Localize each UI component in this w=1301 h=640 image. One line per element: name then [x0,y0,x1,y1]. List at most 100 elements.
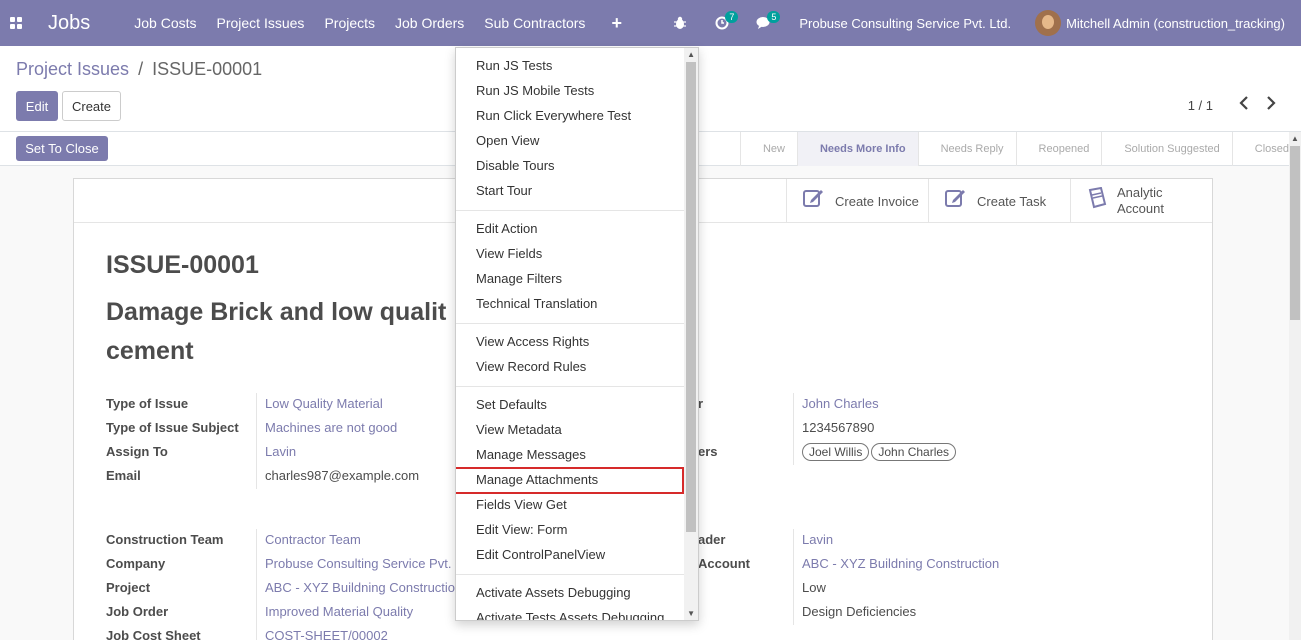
pager-value[interactable]: 1 / 1 [1188,98,1213,113]
menu-divider [456,574,686,575]
menu-technical-translation[interactable]: Technical Translation [476,296,597,311]
main-menu: Job Costs Project Issues Projects Job Or… [124,0,595,46]
field-label-followers: ers [698,444,718,459]
analytic-account-line2: Account [1117,201,1164,216]
menu-sub-contractors[interactable]: Sub Contractors [474,0,595,46]
menu-view-metadata[interactable]: View Metadata [476,422,562,437]
app-brand[interactable]: Jobs [48,12,90,35]
scroll-up-arrow-icon[interactable]: ▲ [687,50,695,59]
messages-icon[interactable]: 5 [749,0,781,46]
activity-badge: 7 [725,11,739,23]
menu-run-js-tests[interactable]: Run JS Tests [476,58,552,73]
menu-job-orders[interactable]: Job Orders [385,0,474,46]
pencil-square-icon [803,188,825,214]
set-to-close-button[interactable]: Set To Close [16,136,108,161]
menu-view-access-rights[interactable]: View Access Rights [476,334,589,349]
create-task-button[interactable]: Create Task [928,179,1070,223]
menu-fields-view-get[interactable]: Fields View Get [476,497,567,512]
menu-start-tour[interactable]: Start Tour [476,183,532,198]
record-code: ISSUE-00001 [106,251,259,279]
menu-open-view[interactable]: Open View [476,133,539,148]
field-label-project: Project [106,580,151,595]
analytic-account-button[interactable]: Analytic Account [1070,179,1212,223]
field-label-type-of-issue-subject: Type of Issue Subject [106,420,239,435]
stage-needs-more-info[interactable]: Needs More Info [796,132,918,166]
menu-divider [456,323,686,324]
menu-manage-filters[interactable]: Manage Filters [476,271,562,286]
field-label-job-order: Job Order [106,604,169,619]
field-job-order[interactable]: Improved Material Quality [265,604,413,619]
highlight-box [456,467,684,494]
menu-activate-assets-debugging[interactable]: Activate Assets Debugging [476,585,631,600]
field-company[interactable]: Probuse Consulting Service Pvt. [265,556,451,571]
field-type-of-issue[interactable]: Low Quality Material [265,396,383,411]
create-task-label: Create Task [977,193,1047,209]
apps-menu-icon[interactable] [0,0,32,46]
field-label-analytic-account: Account [698,556,750,571]
dropdown-scrollbar-thumb[interactable] [686,62,696,532]
menu-manage-messages[interactable]: Manage Messages [476,447,586,462]
breadcrumb-parent[interactable]: Project Issues [16,59,129,79]
pager-next-icon[interactable] [1266,96,1276,115]
user-menu[interactable]: Mitchell Admin (construction_tracking) [1066,16,1285,31]
menu-set-defaults[interactable]: Set Defaults [476,397,547,412]
pager-previous-icon[interactable] [1239,96,1249,115]
plus-icon[interactable]: + [595,0,638,46]
menu-run-js-mobile-tests[interactable]: Run JS Mobile Tests [476,83,594,98]
field-divider [256,529,257,640]
messages-badge: 5 [767,11,781,23]
field-label-team-leader: ader [698,532,726,547]
analytic-account-label: Analytic Account [1117,185,1164,217]
menu-view-record-rules[interactable]: View Record Rules [476,359,586,374]
field-construction-team[interactable]: Contractor Team [265,532,361,547]
field-analytic-account[interactable]: ABC - XYZ Buildning Construction [802,556,999,571]
tag-follower[interactable]: Joel Willis [802,443,870,461]
field-email: charles987@example.com [265,468,420,483]
menu-divider [456,210,686,211]
menu-view-fields[interactable]: View Fields [476,246,542,261]
bug-icon[interactable] [665,0,695,46]
top-navbar: Jobs Job Costs Project Issues Projects J… [0,0,1301,46]
menu-edit-controlpanelview[interactable]: Edit ControlPanelView [476,547,605,562]
page-scrollbar-thumb[interactable] [1290,146,1300,320]
menu-activate-tests-assets-debugging[interactable]: Activate Tests Assets Debugging [476,610,664,620]
breadcrumb: Project Issues / ISSUE-00001 [16,59,262,80]
field-label-assign-to: Assign To [106,444,168,459]
book-icon [1087,186,1107,215]
edit-button[interactable]: Edit [16,91,58,121]
create-invoice-button[interactable]: Create Invoice [786,179,928,223]
field-divider [793,393,794,465]
create-invoice-label: Create Invoice [835,193,919,209]
field-divider [256,393,257,489]
tag-follower[interactable]: John Charles [871,443,957,461]
menu-projects[interactable]: Projects [314,0,385,46]
menu-edit-view-form[interactable]: Edit View: Form [476,522,568,537]
menu-disable-tours[interactable]: Disable Tours [476,158,555,173]
analytic-account-line1: Analytic [1117,185,1163,200]
company-switcher[interactable]: Probuse Consulting Service Pvt. Ltd. [799,16,1011,31]
field-type-of-issue-subject[interactable]: Machines are not good [265,420,397,435]
field-divider [793,529,794,625]
stage-solution-suggested[interactable]: Solution Suggested [1101,132,1231,166]
scroll-down-arrow-icon[interactable]: ▼ [687,609,695,618]
field-customer[interactable]: John Charles [802,396,879,411]
field-label-email: Email [106,468,141,483]
field-assign-to[interactable]: Lavin [265,444,296,459]
create-button[interactable]: Create [62,91,121,121]
stage-reopened[interactable]: Reopened [1015,132,1102,166]
field-job-cost-sheet[interactable]: COST-SHEET/00002 [265,628,388,640]
menu-run-click-everywhere-test[interactable]: Run Click Everywhere Test [476,108,631,123]
menu-job-costs[interactable]: Job Costs [124,0,206,46]
activity-clock-icon[interactable]: 7 [707,0,739,46]
user-avatar[interactable] [1035,10,1062,36]
stage-new[interactable]: New [739,132,797,166]
breadcrumb-separator: / [138,59,144,79]
field-team-leader[interactable]: Lavin [802,532,833,547]
menu-edit-action[interactable]: Edit Action [476,221,537,236]
field-project[interactable]: ABC - XYZ Buildning Constructio [265,580,455,595]
stage-needs-reply[interactable]: Needs Reply [917,132,1016,166]
record-name-line1: Damage Brick and low qualit [106,298,447,326]
scroll-up-arrow-icon[interactable]: ▲ [1291,134,1299,143]
debug-menu-dropdown: Run JS Tests Run JS Mobile Tests Run Cli… [455,47,699,621]
menu-project-issues[interactable]: Project Issues [207,0,315,46]
